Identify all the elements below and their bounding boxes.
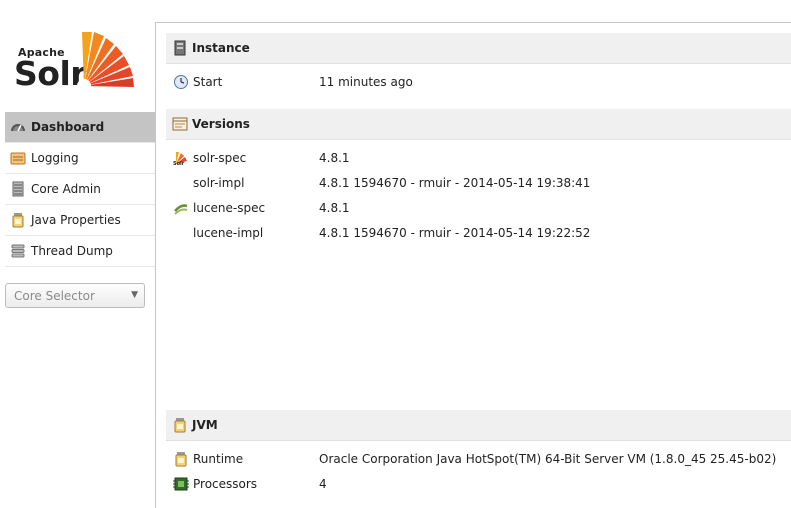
core-admin-icon	[12, 181, 24, 197]
version-key: lucene-spec	[193, 201, 266, 215]
solr-logo[interactable]: Apache Solr	[14, 30, 139, 98]
version-row-solr-spec: Solr solr-spec 4.8.1	[166, 147, 791, 169]
sidebar-item-label: Dashboard	[31, 120, 105, 134]
solr-sun-icon	[77, 32, 134, 92]
start-label: Start	[193, 75, 223, 89]
instance-title: Instance	[192, 41, 250, 55]
version-value: 4.8.1 1594670 - rmuir - 2014-05-14 19:22…	[319, 226, 591, 240]
jvm-icon	[174, 418, 186, 433]
instance-section-header: Instance	[166, 33, 791, 64]
sidebar-item-label: Thread Dump	[31, 244, 113, 258]
lucene-icon	[174, 204, 188, 215]
versions-title: Versions	[192, 117, 250, 131]
thread-dump-icon	[11, 244, 25, 258]
java-icon	[175, 452, 187, 467]
version-value: 4.8.1 1594670 - rmuir - 2014-05-14 19:38…	[319, 176, 591, 190]
sidebar-item-thread-dump[interactable]: Thread Dump	[5, 236, 155, 267]
sidebar-menu: Dashboard Logging Core Admin Java Proper…	[5, 112, 155, 267]
sidebar-item-label: Core Admin	[31, 182, 101, 196]
dashboard-icon	[11, 124, 25, 132]
version-row-solr-impl: solr-impl 4.8.1 1594670 - rmuir - 2014-0…	[166, 172, 791, 194]
logging-icon	[10, 152, 26, 165]
jvm-section-header: JVM	[166, 410, 791, 441]
jvm-runtime-row: Runtime Oracle Corporation Java HotSpot(…	[166, 448, 791, 470]
sidebar-item-label: Logging	[31, 151, 79, 165]
main-left-border	[155, 22, 156, 508]
versions-icon	[172, 117, 188, 131]
sidebar-item-dashboard[interactable]: Dashboard	[5, 112, 155, 143]
processors-label: Processors	[193, 477, 258, 491]
clock-icon	[174, 75, 188, 89]
sidebar-item-label: Java Properties	[31, 213, 121, 227]
sidebar-item-logging[interactable]: Logging	[5, 143, 155, 174]
version-key: lucene-impl	[193, 226, 264, 240]
jvm-processors-row: Processors 4	[166, 473, 791, 495]
processor-icon	[173, 477, 189, 491]
main-top-border	[155, 22, 791, 23]
svg-text:Solr: Solr	[173, 161, 185, 166]
instance-start-row: Start 11 minutes ago	[166, 71, 791, 93]
java-properties-icon	[12, 213, 24, 228]
version-key: solr-spec	[193, 151, 247, 165]
version-row-lucene-impl: lucene-impl 4.8.1 1594670 - rmuir - 2014…	[166, 222, 791, 244]
runtime-value: Oracle Corporation Java HotSpot(TM) 64-B…	[319, 452, 777, 466]
start-value: 11 minutes ago	[319, 75, 413, 89]
version-row-lucene-spec: lucene-spec 4.8.1	[166, 197, 791, 219]
core-selector-label: Core Selector	[14, 289, 95, 303]
instance-icon	[174, 40, 186, 56]
core-selector-dropdown[interactable]: Core Selector ▼	[5, 283, 145, 308]
version-key: solr-impl	[193, 176, 245, 190]
chevron-down-icon: ▼	[131, 290, 138, 300]
runtime-label: Runtime	[193, 452, 244, 466]
versions-section-header: Versions	[166, 109, 791, 140]
processors-value: 4	[319, 477, 327, 491]
sidebar: Apache Solr Dashboard Logging Core Admin…	[0, 0, 155, 508]
version-value: 4.8.1	[319, 201, 350, 215]
version-value: 4.8.1	[319, 151, 350, 165]
solr-icon: Solr	[173, 152, 187, 166]
sidebar-item-core-admin[interactable]: Core Admin	[5, 174, 155, 205]
sidebar-item-java-properties[interactable]: Java Properties	[5, 205, 155, 236]
jvm-title: JVM	[192, 418, 218, 432]
